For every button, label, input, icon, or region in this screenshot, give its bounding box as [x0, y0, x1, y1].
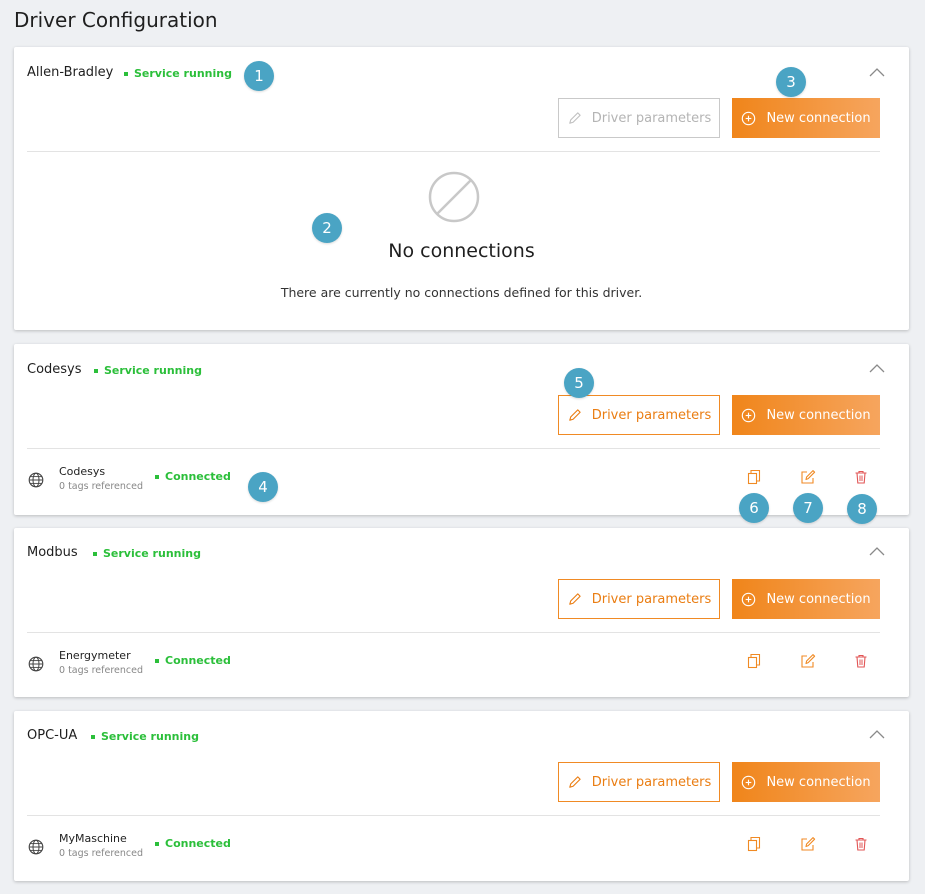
chevron-up-icon[interactable]	[868, 64, 886, 82]
connection-tags: 0 tags referenced	[59, 665, 144, 676]
pencil-icon	[568, 408, 581, 421]
status-dot	[124, 71, 128, 76]
plus-circle-icon	[742, 111, 756, 125]
driver-parameters-label: Driver parameters	[591, 774, 712, 790]
driver-name: OPC-UA	[27, 728, 78, 743]
service-status: Service running	[124, 67, 232, 80]
connection-row[interactable]: Energymeter 0 tags referenced Connected	[14, 643, 909, 693]
service-status-label: Service running	[103, 547, 201, 560]
connection-name: MyMaschine	[59, 832, 127, 845]
driver-parameters-button[interactable]: Driver parameters	[558, 98, 720, 138]
status-dot	[93, 551, 97, 556]
connection-tags: 0 tags referenced	[59, 848, 144, 859]
edit-icon[interactable]	[800, 469, 816, 485]
chevron-up-icon[interactable]	[868, 543, 886, 561]
globe-icon	[28, 656, 44, 672]
copy-icon[interactable]	[746, 469, 762, 485]
service-status: Service running	[91, 730, 199, 743]
no-entry-icon	[428, 171, 480, 223]
status-dot	[155, 474, 159, 479]
callout-marker-1: 1	[244, 61, 274, 91]
divider	[27, 448, 880, 449]
trash-icon[interactable]	[853, 469, 869, 485]
service-status: Service running	[93, 547, 201, 560]
callout-marker-2: 2	[312, 213, 342, 243]
connection-status: Connected	[155, 470, 231, 483]
callout-marker-7: 7	[793, 493, 823, 523]
connection-tags: 0 tags referenced	[59, 481, 144, 492]
divider	[27, 815, 880, 816]
new-connection-label: New connection	[766, 591, 871, 607]
trash-icon[interactable]	[853, 836, 869, 852]
status-dot	[91, 734, 95, 739]
connection-row[interactable]: Codesys 0 tags referenced Connected	[14, 459, 909, 509]
new-connection-button[interactable]: New connection	[732, 395, 880, 435]
pencil-icon	[568, 775, 581, 788]
globe-icon	[28, 472, 44, 488]
empty-state-title: No connections	[388, 240, 535, 262]
pencil-icon	[568, 111, 581, 124]
plus-circle-icon	[742, 775, 756, 789]
plus-circle-icon	[742, 592, 756, 606]
driver-parameters-button[interactable]: Driver parameters	[558, 579, 720, 619]
globe-icon	[28, 839, 44, 855]
driver-card-codesys: Codesys Service running Driver parameter…	[14, 344, 909, 515]
callout-marker-3: 3	[776, 67, 806, 97]
status-dot	[155, 841, 159, 846]
new-connection-label: New connection	[766, 110, 871, 126]
copy-icon[interactable]	[746, 653, 762, 669]
empty-state-text: There are currently no connections defin…	[280, 285, 643, 300]
connection-status-label: Connected	[165, 837, 231, 850]
chevron-up-icon[interactable]	[868, 726, 886, 744]
connection-status: Connected	[155, 654, 231, 667]
callout-marker-4: 4	[248, 472, 278, 502]
connection-status-label: Connected	[165, 654, 231, 667]
callout-marker-5: 5	[564, 368, 594, 398]
driver-parameters-button[interactable]: Driver parameters	[558, 395, 720, 435]
driver-parameters-label: Driver parameters	[591, 591, 712, 607]
driver-name: Allen-Bradley	[27, 65, 114, 80]
status-dot	[155, 658, 159, 663]
connection-row[interactable]: MyMaschine 0 tags referenced Connected	[14, 826, 909, 876]
driver-card-allen-bradley: Allen-Bradley Service running Driver par…	[14, 47, 909, 330]
new-connection-button[interactable]: New connection	[732, 579, 880, 619]
service-status-label: Service running	[104, 364, 202, 377]
chevron-up-icon[interactable]	[868, 360, 886, 378]
service-status-label: Service running	[134, 67, 232, 80]
pencil-icon	[568, 592, 581, 605]
page-title: Driver Configuration	[14, 8, 218, 32]
service-status-label: Service running	[101, 730, 199, 743]
driver-name: Modbus	[27, 545, 78, 560]
status-dot	[94, 368, 98, 373]
callout-marker-8: 8	[847, 494, 877, 524]
driver-parameters-label: Driver parameters	[591, 110, 712, 126]
driver-parameters-button[interactable]: Driver parameters	[558, 762, 720, 802]
driver-name: Codesys	[27, 362, 82, 377]
divider	[27, 151, 880, 152]
edit-icon[interactable]	[800, 836, 816, 852]
driver-card-modbus: Modbus Service running Driver parameters…	[14, 528, 909, 697]
driver-parameters-label: Driver parameters	[591, 407, 712, 423]
connection-status-label: Connected	[165, 470, 231, 483]
new-connection-label: New connection	[766, 407, 871, 423]
trash-icon[interactable]	[853, 653, 869, 669]
callout-marker-6: 6	[739, 493, 769, 523]
copy-icon[interactable]	[746, 836, 762, 852]
new-connection-button[interactable]: New connection	[732, 762, 880, 802]
service-status: Service running	[94, 364, 202, 377]
new-connection-button[interactable]: New connection	[732, 98, 880, 138]
divider	[27, 632, 880, 633]
new-connection-label: New connection	[766, 774, 871, 790]
connection-name: Energymeter	[59, 649, 131, 662]
driver-card-opc-ua: OPC-UA Service running Driver parameters…	[14, 711, 909, 881]
plus-circle-icon	[742, 408, 756, 422]
edit-icon[interactable]	[800, 653, 816, 669]
connection-name: Codesys	[59, 465, 106, 478]
connection-status: Connected	[155, 837, 231, 850]
